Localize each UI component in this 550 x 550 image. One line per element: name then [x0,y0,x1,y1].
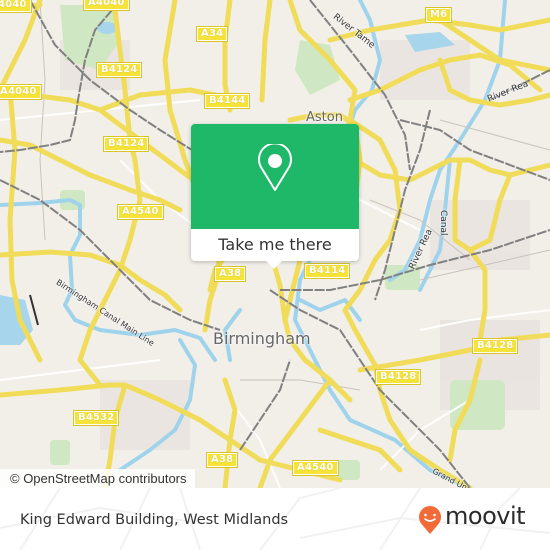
map[interactable]: A4040 A4040 A4040 A34 B4124 B4124 B4144 … [0,0,550,488]
place-label-birmingham: Birmingham [213,329,311,348]
road-label-b4124-upper: B4124 [95,62,143,78]
road-label-b4128-centre: B4128 [374,369,422,385]
place-label-aston: Aston [306,110,343,125]
road-label-a4540-left: A4540 [117,204,164,220]
popup-header [191,124,359,229]
road-label-a4040-top-left: A4040 [0,0,32,13]
road-label-b4124-lower: B4124 [102,136,150,152]
moovit-wordmark: moovit [445,502,526,530]
road-label-a38-centre: A38 [213,266,247,282]
road-label-m6: M6 [424,7,453,23]
road-label-b4114: B4114 [303,263,351,279]
popup-pointer [265,260,283,269]
road-label-a34: A34 [195,26,229,42]
take-me-there-button[interactable]: Take me there [191,229,359,261]
road-label-b4128-right: B4128 [471,338,519,354]
moovit-smiley-pin-icon [419,506,441,534]
footer: King Edward Building, West Midlands moov… [0,488,550,550]
road-label-a38-south: A38 [205,452,239,468]
location-pin-icon [258,144,292,191]
road-label-a4540-south: A4540 [292,460,339,476]
destination-popup: Take me there [191,124,359,269]
map-attribution[interactable]: © OpenStreetMap contributors [0,469,195,488]
road-label-b4144: B4144 [203,93,251,109]
water-label-canal: Canal [438,210,448,236]
place-name: King Edward Building, West Midlands [20,512,289,528]
road-label-a4040-top: A4040 [83,0,130,11]
road-label-a4040-left: A4040 [0,84,42,100]
road-label-b4532: B4532 [72,410,120,426]
